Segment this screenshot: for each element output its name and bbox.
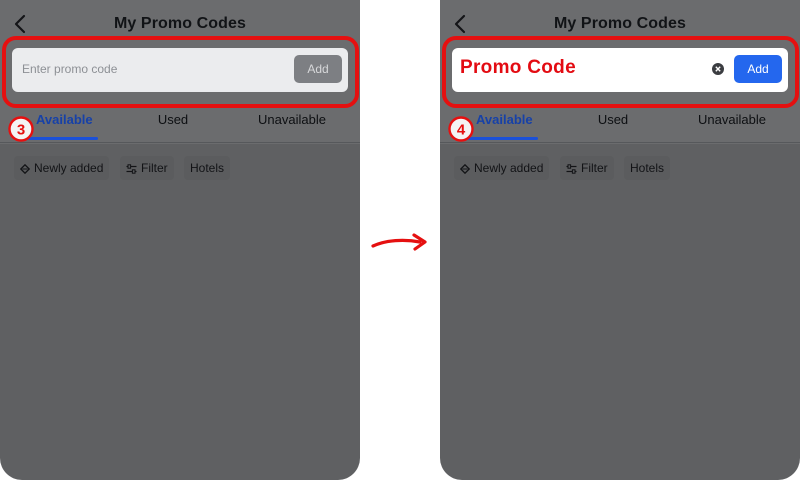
page-title: My Promo Codes	[553, 15, 687, 32]
tab-divider	[0, 142, 360, 143]
chip-label: Newly added	[474, 161, 544, 175]
step-number-badge: 3	[8, 116, 34, 142]
tab-bar: Available Used Unavailable	[440, 104, 800, 140]
tab-unavailable[interactable]: Unavailable	[252, 112, 332, 127]
filter-chip[interactable]: Filter	[560, 156, 614, 180]
chip-label: Hotels	[630, 161, 665, 175]
filter-sliders-icon	[566, 164, 577, 174]
highlight-box	[442, 36, 799, 108]
filter-chip[interactable]: Filter	[120, 156, 174, 180]
svg-text:3: 3	[17, 122, 25, 139]
svg-text:4: 4	[457, 122, 466, 139]
sort-chip-newly-added[interactable]: Newly added	[14, 156, 110, 180]
tab-available[interactable]: Available	[36, 112, 93, 127]
tab-divider	[440, 142, 800, 143]
phone-screen-step-3: My Promo Codes Enter promo code Add Avai…	[0, 0, 360, 480]
phone-screen-step-4: My Promo Codes Promo Code Add Available …	[440, 0, 800, 480]
chip-label: Filter	[581, 161, 608, 175]
tab-bar: Available Used Unavailable	[0, 104, 360, 140]
tab-used[interactable]: Used	[590, 112, 636, 127]
chip-label: Hotels	[190, 161, 225, 175]
hotels-chip[interactable]: Hotels	[184, 156, 231, 180]
step-number-badge: 4	[448, 116, 474, 142]
sort-chip-newly-added[interactable]: Newly added	[454, 156, 550, 180]
tab-available[interactable]: Available	[476, 112, 533, 127]
diamond-sort-icon	[19, 163, 31, 175]
highlight-box	[2, 36, 359, 108]
tab-unavailable[interactable]: Unavailable	[692, 112, 772, 127]
chip-label: Filter	[141, 161, 168, 175]
chip-label: Newly added	[34, 161, 104, 175]
filter-sliders-icon	[126, 164, 137, 174]
active-tab-indicator	[28, 137, 98, 140]
hotels-chip[interactable]: Hotels	[624, 156, 671, 180]
diamond-sort-icon	[459, 163, 471, 175]
active-tab-indicator	[468, 137, 538, 140]
page-title: My Promo Codes	[113, 15, 247, 32]
flow-arrow-icon	[371, 233, 427, 251]
tab-used[interactable]: Used	[150, 112, 196, 127]
